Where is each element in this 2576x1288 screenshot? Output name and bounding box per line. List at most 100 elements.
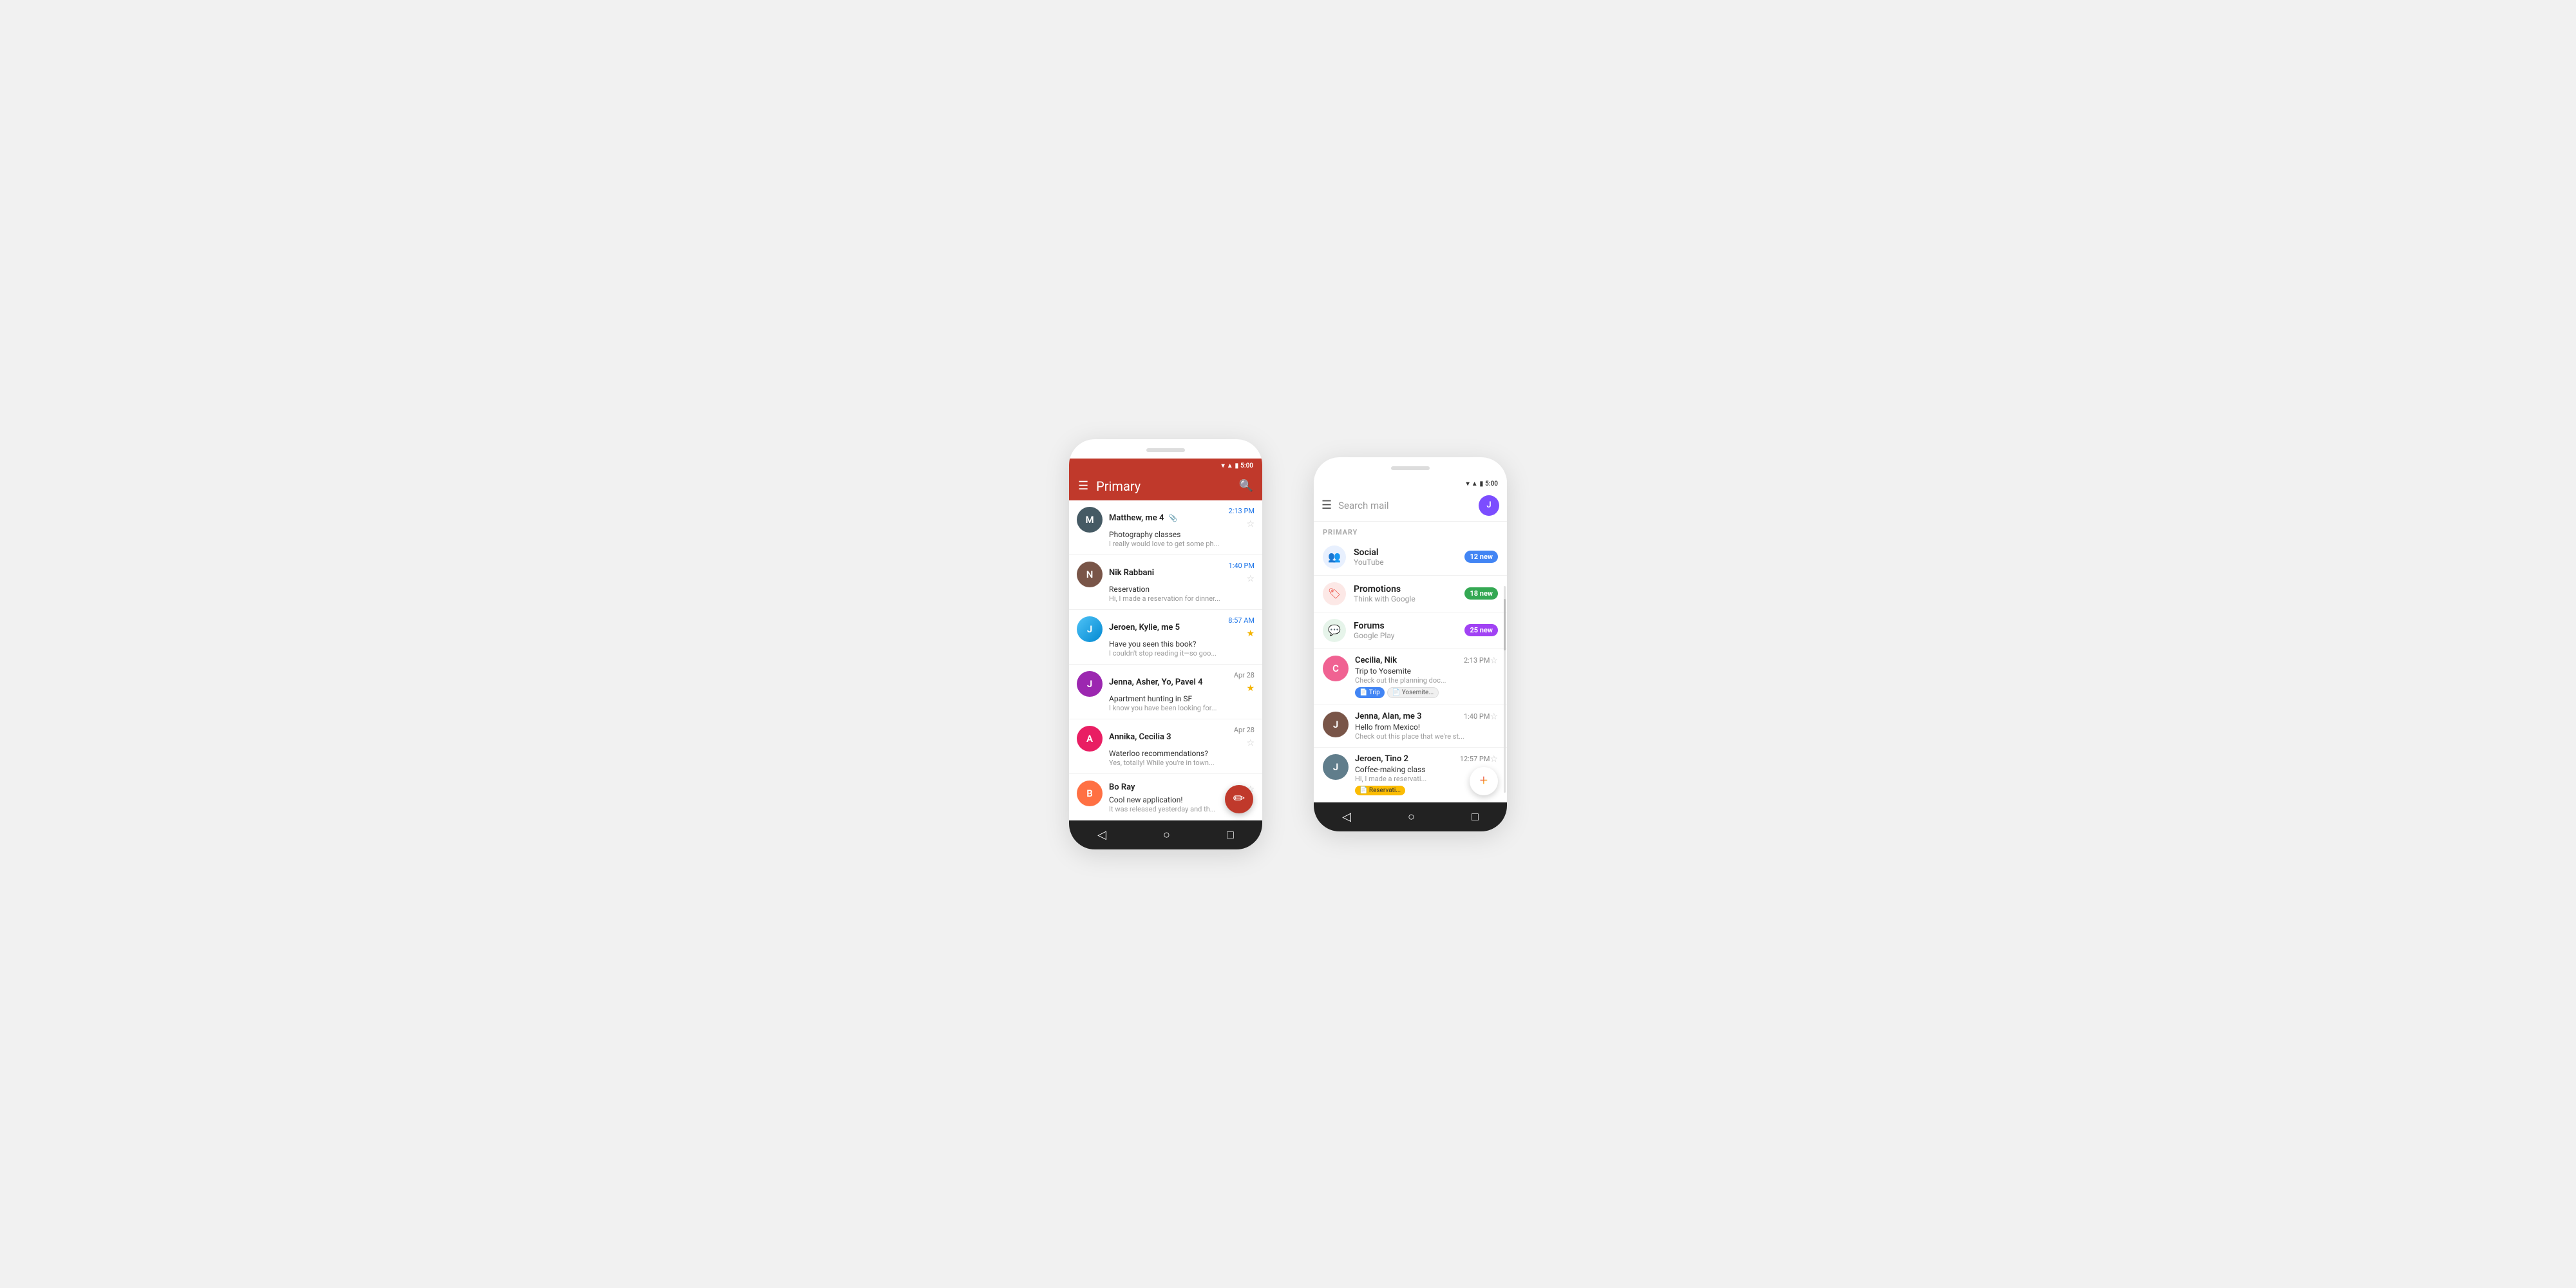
email-item[interactable]: J Jeroen, Kylie, me 5 8:57 AM ★ Have you… — [1069, 610, 1262, 665]
wifi-icon: ▾ — [1222, 462, 1225, 469]
signal-icon: ▲ — [1227, 462, 1233, 469]
app-title: Primary — [1096, 478, 1231, 494]
user-avatar[interactable]: J — [1479, 495, 1499, 516]
back-button[interactable]: ◁ — [1097, 828, 1106, 842]
category-badge: 12 new — [1464, 551, 1498, 563]
email-preview: I really would love to get some ph... — [1109, 540, 1255, 548]
category-sub: Google Play — [1354, 631, 1457, 640]
chip-reservation: 📄 Reservati... — [1355, 786, 1405, 795]
star-button-2[interactable]: ☆ — [1490, 712, 1498, 722]
star-button[interactable]: ★ — [1246, 683, 1255, 694]
email-sender: Annika, Cecilia 3 — [1109, 732, 1231, 742]
attachment-icon: 📎 — [1169, 514, 1178, 522]
star-button[interactable]: ☆ — [1246, 519, 1255, 529]
phone2-status-bar: ▾ ▲ ▮ 5:00 — [1314, 477, 1507, 490]
email-list: M Matthew, me 4 📎 2:13 PM ☆ Photography … — [1069, 500, 1262, 820]
email-time: 8:57 AM — [1228, 616, 1255, 625]
phone1-status-bar: ▾ ▲ ▮ 5:00 — [1069, 459, 1262, 472]
email-preview: Yes, totally! While you're in town... — [1109, 759, 1255, 767]
avatar: J — [1077, 671, 1103, 697]
email-subject: Reservation — [1109, 585, 1255, 594]
email2-subject: Hello from Mexico! — [1355, 723, 1498, 732]
email-subject: Waterloo recommendations? — [1109, 749, 1255, 758]
phone1-screen: ▾ ▲ ▮ 5:00 ☰ Primary 🔍 M Matthew, me 4 📎… — [1069, 459, 1262, 849]
status-icons: ▾ ▲ ▮ 5:00 — [1222, 462, 1253, 469]
email2-content: Cecilia, Nik 2:13 PM ☆ Trip to Yosemite … — [1355, 656, 1498, 698]
category-item[interactable]: 👥 Social YouTube 12 new — [1314, 539, 1507, 576]
email-header: Jenna, Asher, Yo, Pavel 4 Apr 28 ★ — [1109, 671, 1255, 694]
home-button-2[interactable]: ○ — [1408, 810, 1415, 824]
signal-icon-2: ▲ — [1472, 480, 1478, 488]
email-right: Apr 28 ★ — [1231, 671, 1255, 694]
category-list: 👥 Social YouTube 12 new 🏷 Promotions Thi… — [1314, 539, 1507, 649]
email-item[interactable]: J Jenna, Asher, Yo, Pavel 4 Apr 28 ★ Apa… — [1069, 665, 1262, 719]
email-content: Nik Rabbani 1:40 PM ☆ Reservation Hi, I … — [1109, 562, 1255, 603]
phone2-speaker — [1391, 466, 1430, 470]
plus-icon: + — [1480, 773, 1488, 789]
email-subject: Photography classes — [1109, 530, 1255, 539]
compose-button-2[interactable]: + — [1470, 767, 1498, 795]
category-text: Promotions Think with Google — [1354, 584, 1457, 603]
phone-1: ▾ ▲ ▮ 5:00 ☰ Primary 🔍 M Matthew, me 4 📎… — [1069, 439, 1262, 849]
category-badge: 25 new — [1464, 624, 1498, 636]
wifi-icon-2: ▾ — [1466, 480, 1470, 488]
category-name: Promotions — [1354, 584, 1457, 594]
avatar: M — [1077, 507, 1103, 533]
avatar: N — [1077, 562, 1103, 587]
home-button[interactable]: ○ — [1163, 828, 1170, 842]
star-button-2[interactable]: ☆ — [1490, 656, 1498, 666]
category-item[interactable]: 🏷 Promotions Think with Google 18 new — [1314, 576, 1507, 612]
category-name: Social — [1354, 547, 1457, 558]
avatar-2: J — [1323, 712, 1349, 737]
email-item[interactable]: N Nik Rabbani 1:40 PM ☆ Reservation Hi, … — [1069, 555, 1262, 610]
email2-time: 1:40 PM — [1464, 712, 1490, 721]
hamburger-menu[interactable]: ☰ — [1078, 479, 1088, 493]
email2-subject: Trip to Yosemite — [1355, 667, 1498, 676]
star-button-2[interactable]: ☆ — [1490, 754, 1498, 764]
hamburger-menu-2[interactable]: ☰ — [1321, 498, 1332, 512]
scroll-thumb — [1504, 599, 1506, 650]
email-item[interactable]: A Annika, Cecilia 3 Apr 28 ☆ Waterloo re… — [1069, 719, 1262, 774]
search-button[interactable]: 🔍 — [1239, 479, 1253, 493]
email-right: 8:57 AM ★ — [1226, 616, 1255, 639]
email2-time: 2:13 PM — [1464, 656, 1490, 665]
email-content: Jeroen, Kylie, me 5 8:57 AM ★ Have you s… — [1109, 616, 1255, 658]
email2-sender: Jenna, Alan, me 3 — [1355, 712, 1461, 721]
star-button[interactable]: ★ — [1246, 629, 1255, 639]
chip-yosemite: 📄 Yosemite... — [1387, 687, 1439, 698]
avatar-2: C — [1323, 656, 1349, 681]
phone2-screen: ▾ ▲ ▮ 5:00 ☰ Search mail J PRIMARY 👥 Soc… — [1314, 477, 1507, 831]
section-label: PRIMARY — [1314, 522, 1507, 539]
avatar: B — [1077, 781, 1103, 806]
email-right: Apr 28 ☆ — [1231, 726, 1255, 748]
avatar: J — [1077, 616, 1103, 642]
navigation-bar-2: ◁ ○ □ — [1314, 802, 1507, 831]
email-item[interactable]: M Matthew, me 4 📎 2:13 PM ☆ Photography … — [1069, 500, 1262, 555]
back-button-2[interactable]: ◁ — [1342, 810, 1351, 824]
category-item[interactable]: 💬 Forums Google Play 25 new — [1314, 612, 1507, 649]
search-input[interactable]: Search mail — [1338, 496, 1472, 515]
recents-button-2[interactable]: □ — [1472, 810, 1479, 824]
star-button[interactable]: ☆ — [1246, 574, 1255, 584]
app-header: ☰ Primary 🔍 — [1069, 472, 1262, 500]
battery-icon: ▮ — [1235, 462, 1239, 469]
chips: 📄 Trip📄 Yosemite... — [1355, 687, 1498, 698]
email-header: Matthew, me 4 📎 2:13 PM ☆ — [1109, 507, 1255, 529]
recents-button[interactable]: □ — [1227, 828, 1234, 842]
category-text: Forums Google Play — [1354, 621, 1457, 640]
email-item-2[interactable]: J Jenna, Alan, me 3 1:40 PM ☆ Hello from… — [1314, 705, 1507, 748]
email-content: Matthew, me 4 📎 2:13 PM ☆ Photography cl… — [1109, 507, 1255, 548]
email-right: 2:13 PM ☆ — [1226, 507, 1255, 529]
email2-content: Jenna, Alan, me 3 1:40 PM ☆ Hello from M… — [1355, 712, 1498, 741]
battery-icon-2: ▮ — [1480, 480, 1484, 488]
email-item-2[interactable]: C Cecilia, Nik 2:13 PM ☆ Trip to Yosemit… — [1314, 649, 1507, 705]
email-content: Annika, Cecilia 3 Apr 28 ☆ Waterloo reco… — [1109, 726, 1255, 767]
email2-header: Jenna, Alan, me 3 1:40 PM ☆ — [1355, 712, 1498, 722]
star-button[interactable]: ☆ — [1246, 738, 1255, 748]
email-preview: Hi, I made a reservation for dinner... — [1109, 594, 1255, 603]
compose-button[interactable]: ✏ — [1225, 785, 1253, 813]
time-display-2: 5:00 — [1485, 480, 1498, 488]
email-header: Jeroen, Kylie, me 5 8:57 AM ★ — [1109, 616, 1255, 639]
email2-time: 12:57 PM — [1460, 755, 1490, 763]
email-preview: I couldn't stop reading it—so goo... — [1109, 649, 1255, 658]
